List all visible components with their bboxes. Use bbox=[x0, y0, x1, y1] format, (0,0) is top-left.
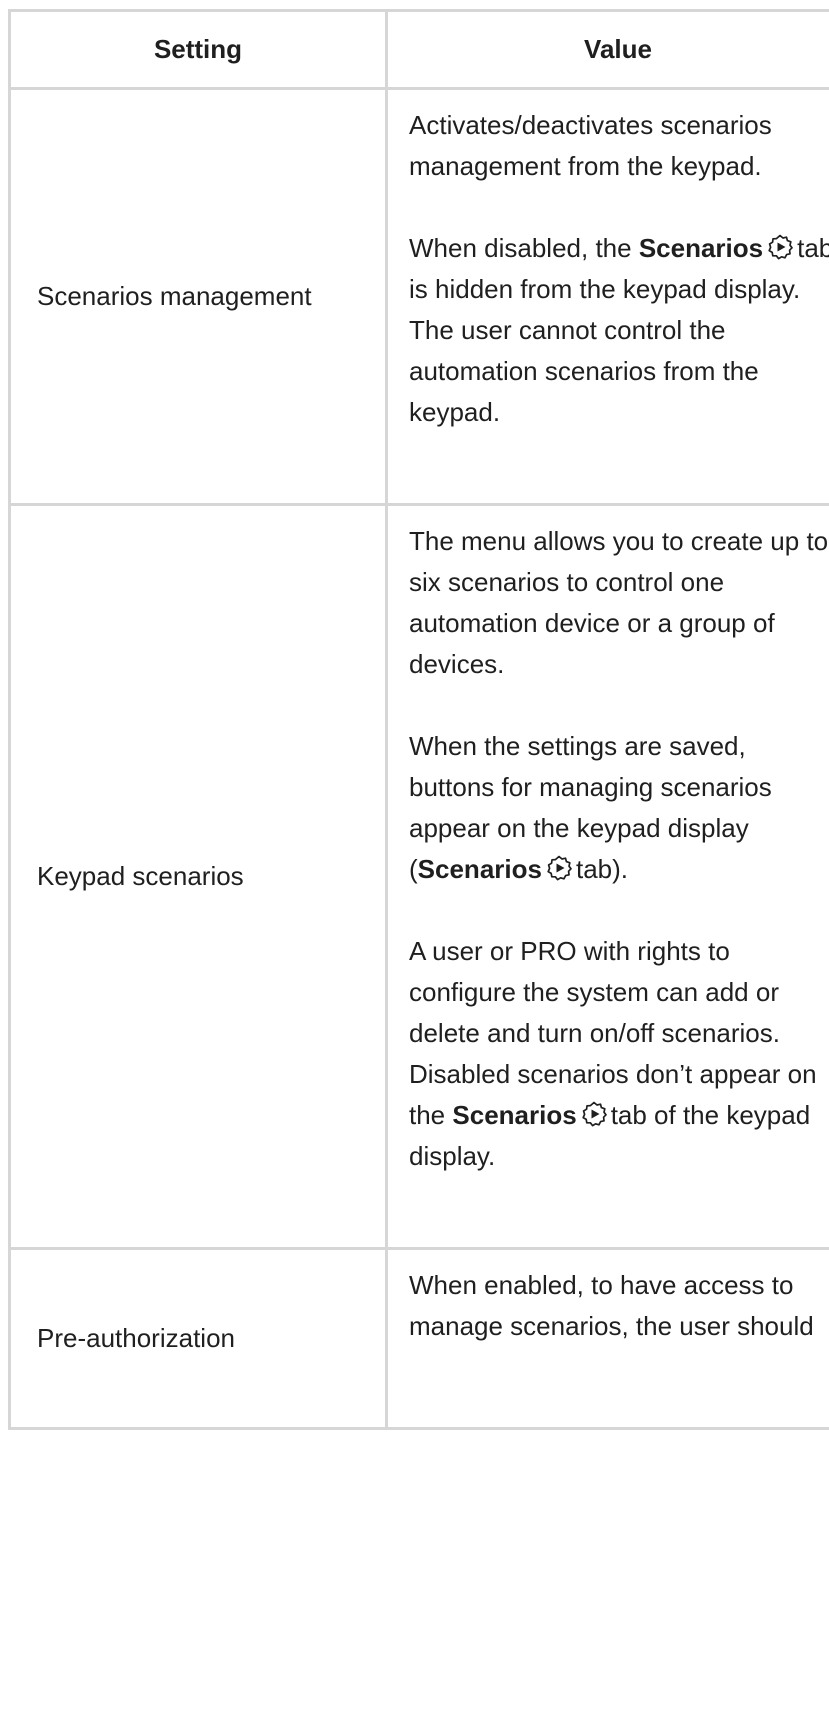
value-cell: Activates/deactivates scenarios manageme… bbox=[385, 87, 829, 506]
table-header-row: Setting Value bbox=[8, 9, 829, 90]
value-paragraph: When enabled, to have access to manage s… bbox=[409, 1270, 814, 1341]
scenarios-tab-name: Scenarios bbox=[452, 1100, 577, 1130]
header-value: Value bbox=[385, 9, 829, 90]
setting-cell: Pre-authorization bbox=[8, 1247, 388, 1430]
scenarios-play-icon bbox=[582, 1101, 607, 1127]
value-paragraph: When the settings are saved, buttons for… bbox=[409, 726, 829, 890]
value-paragraph: A user or PRO with rights to configure t… bbox=[409, 931, 829, 1177]
setting-cell: Keypad scenarios bbox=[8, 503, 388, 1250]
scenarios-play-icon bbox=[547, 855, 572, 881]
header-setting: Setting bbox=[8, 9, 388, 90]
table-row: Pre-authorization When enabled, to have … bbox=[8, 1247, 829, 1430]
scenarios-tab-name: Scenarios bbox=[417, 854, 542, 884]
value-paragraph: The menu allows you to create up to six … bbox=[409, 526, 829, 679]
setting-cell: Scenarios management bbox=[8, 87, 388, 506]
scenarios-play-icon bbox=[768, 234, 793, 260]
text-span: tab). bbox=[575, 854, 628, 884]
page: Setting Value Scenarios management Activ… bbox=[0, 0, 829, 1724]
table-row: Scenarios management Activates/deactivat… bbox=[8, 87, 829, 506]
settings-table: Setting Value Scenarios management Activ… bbox=[8, 9, 829, 1430]
table-row: Keypad scenarios The menu allows you to … bbox=[8, 503, 829, 1250]
text-span: When disabled, the bbox=[409, 233, 632, 263]
scenarios-tab-name: Scenarios bbox=[638, 233, 764, 263]
value-cell: When enabled, to have access to manage s… bbox=[385, 1247, 829, 1430]
value-paragraph: When disabled, the Scenarios tab is hidde… bbox=[409, 228, 829, 433]
value-cell: The menu allows you to create up to six … bbox=[385, 503, 829, 1250]
value-paragraph: Activates/deactivates scenarios manageme… bbox=[409, 110, 772, 181]
